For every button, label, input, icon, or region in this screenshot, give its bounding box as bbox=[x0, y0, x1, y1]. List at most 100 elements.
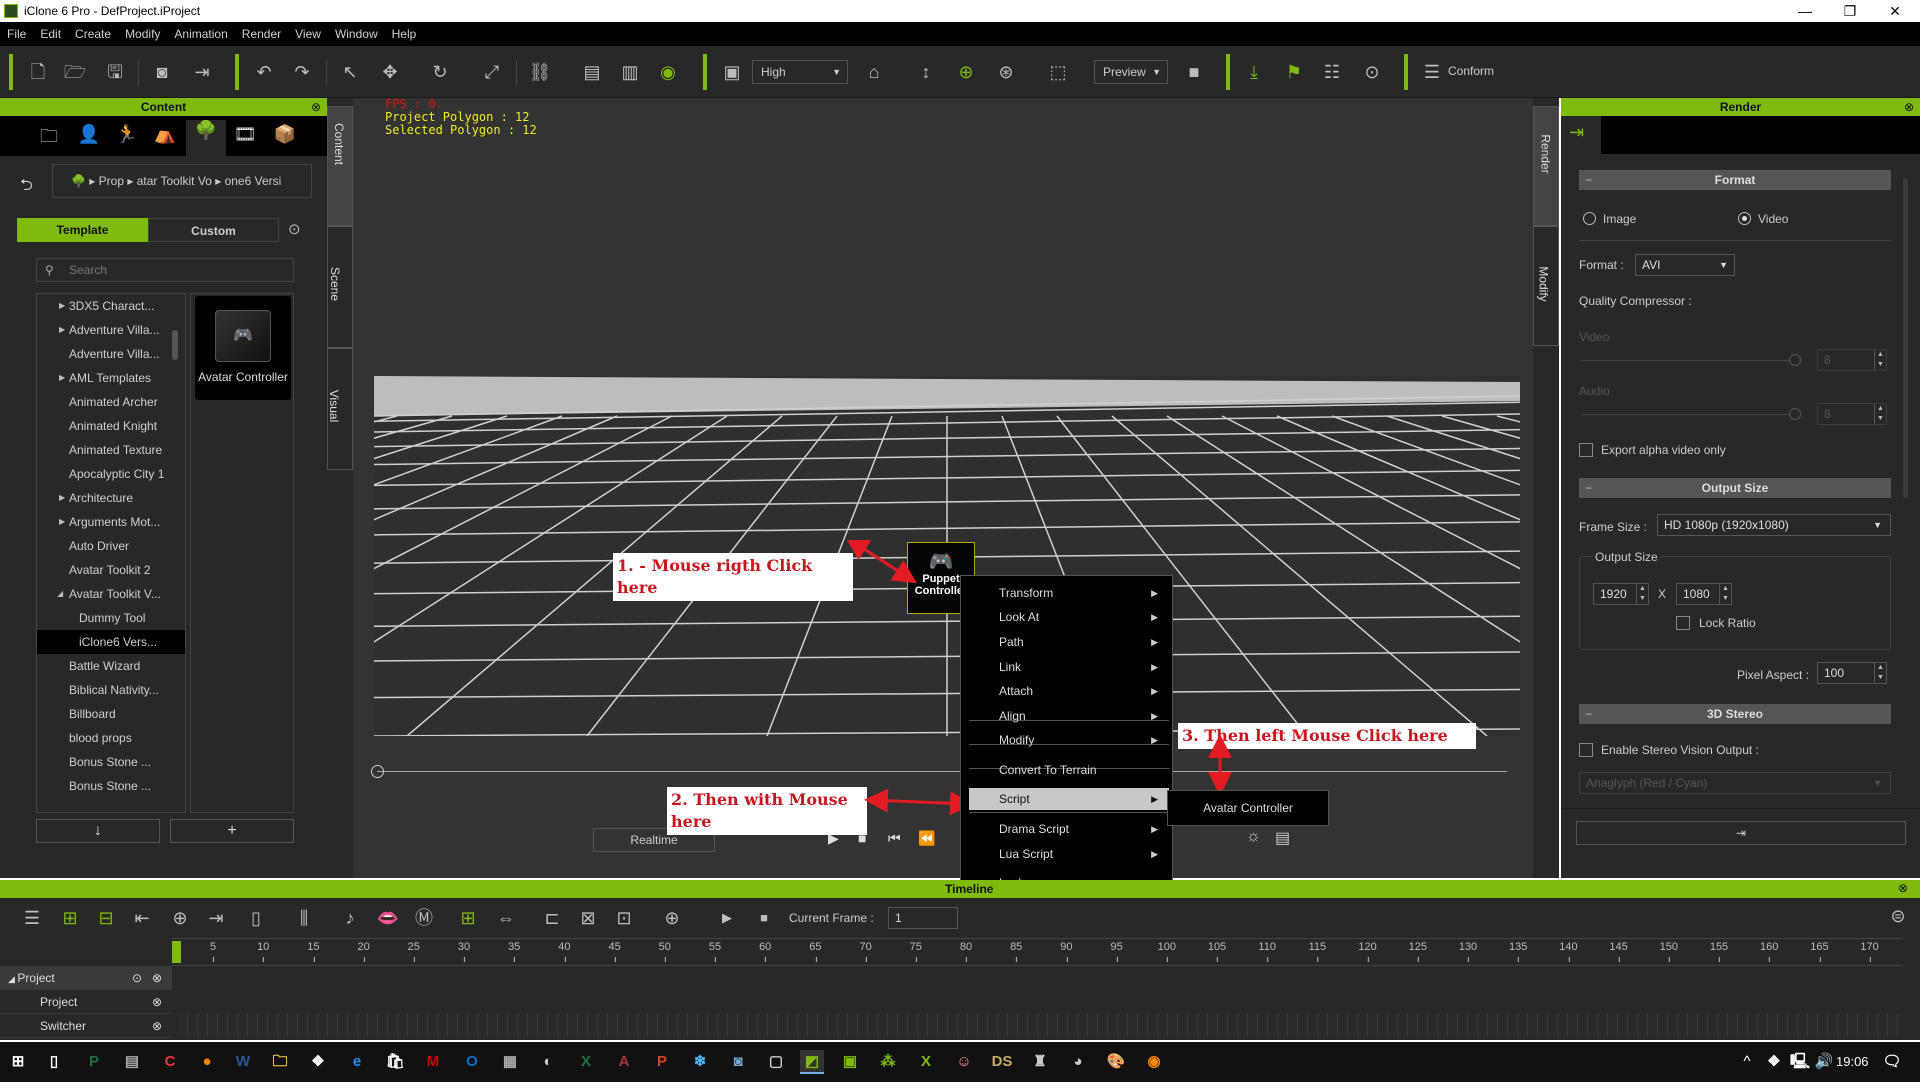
stereo-section-header[interactable]: 3D Stereo bbox=[1579, 704, 1891, 724]
menu-window[interactable]: Window bbox=[328, 22, 385, 46]
tree-item[interactable]: Apocalyptic City 1 bbox=[37, 462, 185, 486]
tree-item[interactable]: 3DX5 Charact... bbox=[37, 294, 185, 318]
fit-selected-icon[interactable]: ⊕ bbox=[954, 60, 978, 84]
rotate-icon[interactable]: ↻ bbox=[428, 60, 452, 84]
enable-stereo-checkbox[interactable] bbox=[1579, 743, 1593, 757]
menu-file[interactable]: File bbox=[0, 22, 33, 46]
show-hidden-icons[interactable]: ^ bbox=[1735, 1050, 1759, 1074]
tree-item[interactable]: Biblical Nativity... bbox=[37, 678, 185, 702]
app-icon[interactable]: ▦ bbox=[498, 1050, 522, 1074]
side-tab-render[interactable]: Render bbox=[1533, 106, 1559, 226]
pivot-icon[interactable]: ⊙ bbox=[1360, 60, 1384, 84]
app-icon[interactable]: ▢ bbox=[764, 1050, 788, 1074]
timeline-scrub-handle[interactable] bbox=[371, 765, 384, 778]
new-file-icon[interactable]: 🗋 bbox=[26, 60, 50, 84]
pixel-aspect-input[interactable]: 100 ▲ ▼ bbox=[1817, 662, 1887, 684]
menu-help[interactable]: Help bbox=[385, 22, 424, 46]
actor-icon[interactable]: 👤 bbox=[74, 124, 104, 150]
remove-track-icon[interactable]: ⊗ bbox=[152, 990, 162, 1014]
flag-icon[interactable]: ⚑ bbox=[1282, 60, 1306, 84]
next-key-icon[interactable]: ⇥ bbox=[204, 906, 228, 930]
view-cube-icon[interactable]: ⬚ bbox=[1046, 60, 1070, 84]
breadcrumb-item[interactable]: atar Toolkit Vo bbox=[137, 174, 212, 188]
tree-item[interactable]: Avatar Toolkit 2 bbox=[37, 558, 185, 582]
menu-create[interactable]: Create bbox=[68, 22, 118, 46]
restore-button[interactable]: ❐ bbox=[1835, 2, 1865, 20]
tree-item[interactable]: Arguments Mot... bbox=[37, 510, 185, 534]
export-icon[interactable]: ⇥ bbox=[190, 60, 214, 84]
word-icon[interactable]: W bbox=[231, 1050, 255, 1074]
side-tab-visual[interactable]: Visual bbox=[327, 348, 353, 470]
daz-studio-icon[interactable]: DS bbox=[990, 1050, 1014, 1074]
format-section-header[interactable]: Format bbox=[1579, 170, 1891, 190]
motion-layer-icon[interactable]: Ⓜ bbox=[412, 906, 436, 930]
open-folder-icon[interactable]: 🗁 bbox=[63, 60, 87, 84]
width-input[interactable]: 1920 ▲ ▼ bbox=[1593, 583, 1649, 605]
tab-template[interactable]: Template bbox=[17, 218, 148, 242]
character-creator-icon[interactable]: ▣ bbox=[838, 1050, 862, 1074]
ccleaner-icon[interactable]: C bbox=[158, 1050, 182, 1074]
tree-item[interactable]: blood props bbox=[37, 726, 185, 750]
app-icon[interactable]: ◙ bbox=[726, 1050, 750, 1074]
undo-icon[interactable]: ↶ bbox=[252, 60, 276, 84]
checklist-icon[interactable]: ☷ bbox=[1320, 60, 1344, 84]
tree-item[interactable]: Avatar Toolkit V... bbox=[37, 582, 185, 606]
preview-dropdown[interactable]: Preview bbox=[1094, 60, 1168, 84]
iclone-taskbar-icon[interactable]: ◩ bbox=[800, 1050, 824, 1074]
add-key-icon[interactable]: ⊕ bbox=[168, 906, 192, 930]
powerpoint-icon[interactable]: P bbox=[650, 1050, 674, 1074]
crazytalk-icon[interactable]: X bbox=[914, 1050, 938, 1074]
zoom-icon[interactable]: ⊕ bbox=[660, 906, 684, 930]
options-dropdown-icon[interactable]: ⊙ bbox=[288, 220, 301, 238]
select-arrow-icon[interactable]: ↖ bbox=[338, 60, 362, 84]
3d-viewport[interactable]: FPS : 0. Project Polygon : 12 Selected P… bbox=[353, 98, 1548, 878]
current-frame-input[interactable]: 1 bbox=[888, 907, 958, 929]
audio-quality-input[interactable]: 8 ▲ ▼ bbox=[1817, 403, 1887, 425]
frame-size-dropdown[interactable]: HD 1080p (1920x1080) ▼ bbox=[1657, 514, 1891, 536]
track-row-switcher[interactable]: Switcher ⊗ bbox=[0, 1014, 172, 1038]
app-icon[interactable]: ☺ bbox=[952, 1050, 976, 1074]
previous-key-icon[interactable]: ⏮ bbox=[888, 830, 901, 847]
menu-view[interactable]: View bbox=[288, 22, 328, 46]
save-icon[interactable]: 🖫 bbox=[103, 60, 127, 84]
thumbnail-avatar-controller[interactable]: 🎮 Avatar Controller bbox=[195, 296, 291, 400]
menu-render[interactable]: Render bbox=[235, 22, 288, 46]
store-icon[interactable]: 🛍 bbox=[383, 1050, 407, 1074]
tree-item[interactable]: Bonus Stone ... bbox=[37, 774, 185, 798]
task-view-icon[interactable]: ▯ bbox=[42, 1050, 66, 1074]
timeline-ruler[interactable]: 5 10 15 20 25 30 35 40 45 50 55 60 65 70 75 80 85 90 95 100… bbox=[172, 938, 1902, 966]
clock[interactable]: 19:06 bbox=[1836, 1054, 1869, 1069]
orbit-icon[interactable]: ⊛ bbox=[994, 60, 1018, 84]
video-quality-slider-handle[interactable] bbox=[1789, 354, 1801, 366]
tab-custom[interactable]: Custom bbox=[148, 218, 279, 242]
context-menu-item-lua-script[interactable]: Lua Script bbox=[999, 847, 1053, 861]
stage-icon[interactable]: ⛺ bbox=[150, 124, 180, 150]
collapse-icon[interactable]: ⊡ bbox=[612, 906, 636, 930]
tree-item[interactable]: Battle Wizard bbox=[37, 654, 185, 678]
track-row-project[interactable]: Project ⊗ bbox=[0, 990, 172, 1014]
light-icon[interactable]: ☼ bbox=[1246, 828, 1261, 846]
context-menu-item-look-at[interactable]: Look At bbox=[999, 610, 1039, 624]
tree-item[interactable]: Architecture bbox=[37, 486, 185, 510]
tree-item[interactable]: Bonus Stone ... bbox=[37, 750, 185, 774]
side-tab-scene[interactable]: Scene bbox=[327, 226, 353, 348]
close-panel-icon[interactable]: ⊗ bbox=[311, 98, 321, 116]
visibility-eye-icon[interactable]: ◉ bbox=[656, 60, 680, 84]
windows-start-icon[interactable]: ⊞ bbox=[6, 1050, 30, 1074]
add-frame-icon[interactable]: ⊞ bbox=[456, 906, 480, 930]
excel-icon[interactable]: X bbox=[574, 1050, 598, 1074]
remove-icon[interactable]: ⊠ bbox=[576, 906, 600, 930]
scale-icon[interactable]: ⤢ bbox=[480, 60, 504, 84]
timeline-settings-icon[interactable]: ⊜ bbox=[1886, 904, 1910, 928]
close-panel-icon[interactable]: ⊗ bbox=[1904, 98, 1914, 116]
dropbox-tray-icon[interactable]: ❖ bbox=[1762, 1050, 1786, 1074]
track-row-project-parent[interactable]: ◢ Project ⊙ ⊗ bbox=[0, 966, 172, 990]
stereo-mode-dropdown[interactable]: Anaglyph (Red / Cyan) ▼ bbox=[1579, 772, 1891, 794]
side-tab-content[interactable]: Content bbox=[327, 106, 353, 226]
access-icon[interactable]: A bbox=[612, 1050, 636, 1074]
close-timeline-icon[interactable]: ⊗ bbox=[1898, 881, 1908, 895]
folder-icon[interactable]: 🗀 bbox=[34, 124, 64, 150]
render-panel-scrollbar[interactable] bbox=[1903, 178, 1908, 498]
add-button[interactable]: + bbox=[170, 819, 294, 843]
clip-icon[interactable]: ▯ bbox=[244, 906, 268, 930]
